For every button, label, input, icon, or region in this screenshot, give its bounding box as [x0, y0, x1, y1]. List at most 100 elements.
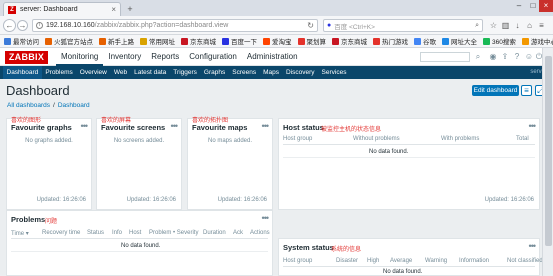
- new-tab-button[interactable]: +: [124, 4, 136, 14]
- sub-menu-item[interactable]: Problems: [42, 66, 76, 79]
- sub-menu-item[interactable]: Screens: [229, 66, 260, 79]
- global-search-input[interactable]: [420, 52, 470, 62]
- widget-favourite-screens: 喜欢的屏幕 Favourite screens ••• No screens a…: [96, 118, 182, 210]
- column-header: Host group: [283, 136, 313, 142]
- bookmark-item[interactable]: 谷歌: [414, 36, 436, 46]
- bookmark-item[interactable]: 360搜索: [483, 36, 516, 46]
- menu-icon[interactable]: ≡: [536, 20, 547, 31]
- bookmark-label: 网址大全: [451, 39, 477, 46]
- help-icon[interactable]: ?: [512, 52, 522, 62]
- widget-menu-icon[interactable]: •••: [262, 213, 270, 223]
- url-bar[interactable]: i 192.168.10.160/zabbix/zabbix.php?actio…: [32, 19, 318, 32]
- column-header: Warning: [425, 258, 448, 264]
- main-menu-item[interactable]: Administration: [242, 48, 303, 66]
- download-icon[interactable]: ↓: [512, 20, 523, 31]
- minimize-icon[interactable]: –: [512, 0, 526, 12]
- bookmark-icon: [483, 37, 490, 45]
- edit-dashboard-button[interactable]: Edit dashboard: [472, 85, 519, 96]
- bookmark-icon: [45, 37, 52, 45]
- main-menu-item[interactable]: Monitoring: [56, 48, 104, 66]
- widget-menu-icon[interactable]: •••: [529, 121, 537, 131]
- empty-message: No screens added.: [113, 138, 165, 144]
- bookmark-label: 游戏中心: [530, 39, 553, 46]
- bookmark-label: 聚划算: [306, 39, 327, 46]
- bookmark-item[interactable]: 百度一下: [222, 36, 257, 46]
- share-icon[interactable]: ⇪: [500, 52, 510, 62]
- forward-button[interactable]: →: [17, 20, 28, 31]
- sub-menu-item[interactable]: Maps: [260, 66, 283, 79]
- search-icon[interactable]: ⌕: [473, 52, 483, 62]
- bookmarks-bar: 最常访问 火狐官方站点 新手上路 常用网址 京东商城 百度一下 爱淘宝 聚划算 京东商城 热门游戏…: [0, 35, 553, 48]
- scrollbar-thumb[interactable]: [545, 56, 552, 246]
- close-window-icon[interactable]: ×: [539, 0, 553, 12]
- column-header: Host group: [283, 258, 313, 264]
- main-menu-item[interactable]: Inventory: [103, 48, 146, 66]
- column-header: Ack: [233, 230, 244, 236]
- bookmark-item[interactable]: 京东商城: [332, 36, 367, 46]
- search-bar[interactable]: ● 百度 <Ctrl+K> ⌕: [323, 19, 483, 32]
- widget-title: Favourite maps: [192, 123, 248, 132]
- updated-time: Updated: 16:26:06: [36, 197, 86, 203]
- bookmark-item[interactable]: 聚划算: [297, 36, 327, 46]
- sub-menu: Dashboard Problems Overview Web Latest data T…: [0, 66, 553, 79]
- column-header[interactable]: Time ▾: [11, 230, 29, 237]
- widget-menu-icon[interactable]: •••: [81, 121, 89, 131]
- back-button[interactable]: ←: [3, 19, 16, 32]
- sub-menu-item[interactable]: Services: [318, 66, 350, 79]
- bookmark-label: 火狐官方站点: [54, 39, 93, 46]
- breadcrumb: All dashboards / Dashboard: [7, 102, 90, 109]
- breadcrumb-current[interactable]: Dashboard: [58, 102, 90, 109]
- dashboard-actions-icon[interactable]: ≡: [521, 85, 532, 96]
- widget-menu-icon[interactable]: •••: [262, 121, 270, 131]
- sub-menu-item[interactable]: Overview: [76, 66, 110, 79]
- sub-menu-item[interactable]: Latest data: [131, 66, 170, 79]
- bookmark-icon: [263, 37, 270, 45]
- bookmark-item[interactable]: 热门游戏: [373, 36, 408, 46]
- sub-menu-item[interactable]: Triggers: [170, 66, 201, 79]
- table-row: No data found.: [11, 241, 268, 252]
- url-host: 192.168.10.160: [46, 22, 95, 29]
- support-icon[interactable]: ◉: [488, 52, 498, 62]
- sub-menu-item[interactable]: Graphs: [200, 66, 228, 79]
- bookmark-item[interactable]: 京东商城: [181, 36, 216, 46]
- page-scrollbar[interactable]: [542, 48, 553, 276]
- bookmark-item[interactable]: 游戏中心: [521, 36, 553, 46]
- table-header: Host group Disaster High Average Warning…: [283, 255, 543, 267]
- main-menu-item[interactable]: Reports: [146, 48, 184, 66]
- search-icon[interactable]: ⌕: [475, 22, 479, 30]
- column-header: Average: [390, 258, 413, 264]
- bookmark-item[interactable]: 爱淘宝: [263, 36, 292, 46]
- bookmark-item[interactable]: 火狐官方站点: [45, 36, 93, 46]
- column-header: Info: [112, 230, 123, 236]
- navigation-toolbar: ← → i 192.168.10.160/zabbix/zabbix.php?a…: [0, 16, 553, 35]
- maximize-icon[interactable]: □: [526, 0, 540, 12]
- bookmark-item[interactable]: 常用网址: [140, 36, 175, 46]
- star-icon[interactable]: ☆: [488, 20, 499, 31]
- bookmark-icon: [442, 37, 449, 45]
- reload-icon[interactable]: ↻: [307, 21, 314, 30]
- browser-tab[interactable]: Z server: Dashboard ×: [3, 2, 121, 16]
- widget-menu-icon[interactable]: •••: [171, 121, 179, 131]
- close-tab-icon[interactable]: ×: [111, 5, 116, 14]
- sub-menu-item[interactable]: Dashboard: [3, 66, 42, 79]
- table-header: Time ▾ Recovery time Status Info Host Pr…: [11, 227, 270, 239]
- bookmark-item[interactable]: 新手上路: [99, 36, 134, 46]
- main-menu-item[interactable]: Configuration: [184, 48, 242, 66]
- column-header: Actions: [250, 230, 270, 236]
- sub-menu-item[interactable]: Discovery: [283, 66, 319, 79]
- bookmark-item[interactable]: 最常访问: [4, 36, 39, 46]
- home-icon[interactable]: ⌂: [524, 20, 535, 31]
- bookmark-item[interactable]: 网址大全: [442, 36, 477, 46]
- user-profile-icon[interactable]: ☺: [524, 52, 534, 62]
- widget-title: System status: [283, 243, 334, 252]
- bookmark-label: 谷歌: [423, 39, 436, 46]
- sub-menu-item[interactable]: Web: [110, 66, 130, 79]
- info-icon[interactable]: i: [36, 22, 43, 29]
- library-icon[interactable]: ▥: [500, 20, 511, 31]
- breadcrumb-all-dashboards[interactable]: All dashboards: [7, 102, 50, 109]
- widget-menu-icon[interactable]: •••: [529, 241, 537, 251]
- widget-problems: Problems 问题 ••• Time ▾ Recovery time Sta…: [6, 210, 273, 276]
- widget-system-status: System status 系统的信息 ••• Host group Disas…: [278, 238, 543, 276]
- breadcrumb-separator: /: [53, 102, 55, 109]
- zabbix-logo[interactable]: ZABBIX: [5, 51, 48, 64]
